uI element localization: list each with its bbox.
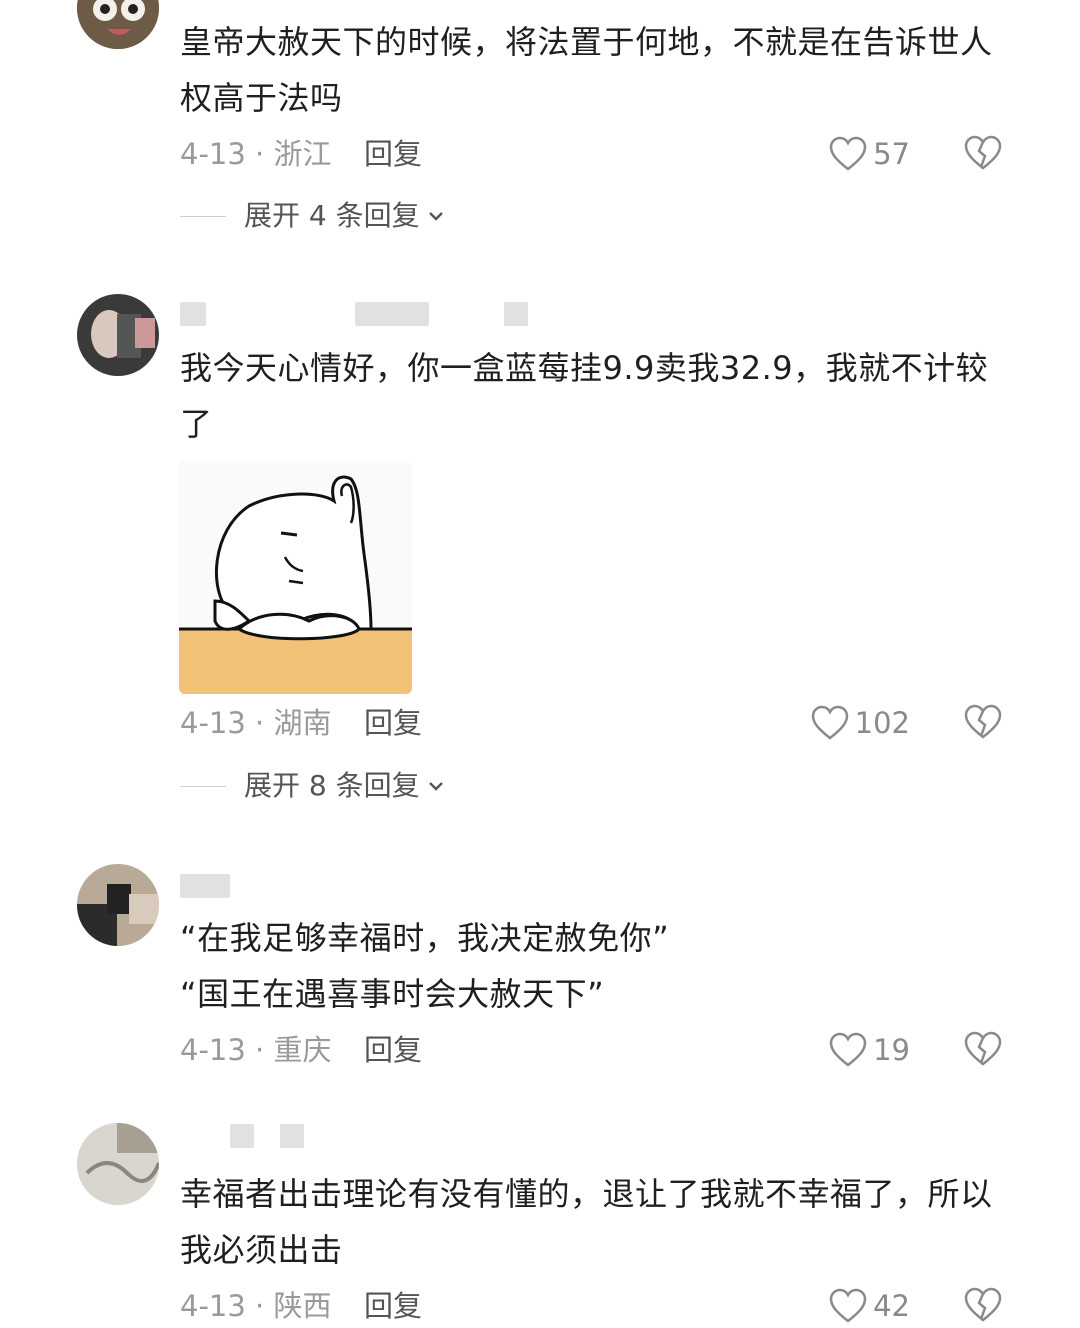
like-button[interactable]: 57 <box>829 132 910 176</box>
dislike-button[interactable] <box>963 703 1003 743</box>
comment-date-location: 4-13 · 陕西 <box>180 1289 332 1323</box>
like-button[interactable]: 42 <box>829 1284 910 1328</box>
like-count: 57 <box>873 137 910 171</box>
comment-text: 我今天心情好，你一盒蓝莓挂9.9卖我32.9，我就不计较了 <box>180 349 989 443</box>
broken-heart-icon <box>964 1031 1002 1066</box>
heart-icon <box>811 705 848 740</box>
divider <box>180 215 226 217</box>
comment-date-location: 4-13 · 浙江 <box>180 137 332 171</box>
comment-text-line-1: “在我足够幸福时，我决定赦免你” <box>180 919 670 957</box>
reply-button[interactable]: 回复 <box>364 1030 422 1070</box>
reply-button[interactable]: 回复 <box>364 703 422 743</box>
avatar[interactable] <box>77 0 159 49</box>
sticker-image[interactable] <box>179 461 412 694</box>
expand-replies-button[interactable]: 展开 8 条回复 <box>180 766 446 806</box>
avatar[interactable] <box>77 294 159 376</box>
heart-icon <box>829 136 867 171</box>
like-count: 19 <box>873 1033 910 1067</box>
reply-button[interactable]: 回复 <box>364 134 422 174</box>
like-count: 102 <box>854 706 910 740</box>
heart-icon <box>829 1288 867 1323</box>
dislike-button[interactable] <box>963 134 1003 174</box>
expand-replies-button[interactable]: 展开 4 条回复 <box>180 196 446 236</box>
broken-heart-icon <box>964 135 1002 170</box>
dislike-button[interactable] <box>963 1030 1003 1070</box>
chevron-down-icon <box>428 782 443 791</box>
like-count: 42 <box>873 1289 910 1323</box>
avatar[interactable] <box>77 1123 159 1205</box>
comment-date-location: 4-13 · 重庆 <box>180 1033 332 1067</box>
reply-button[interactable]: 回复 <box>364 1286 422 1326</box>
avatar[interactable] <box>77 864 159 946</box>
comment-date-location: 4-13 · 湖南 <box>180 706 332 740</box>
comment-text: 幸福者出击理论有没有懂的，退让了我就不幸福了，所以我必须出击 <box>180 1175 993 1269</box>
divider <box>180 785 226 787</box>
broken-heart-icon <box>964 704 1002 739</box>
like-button[interactable]: 102 <box>811 701 910 745</box>
comment-text: 皇帝大赦天下的时候，将法置于何地，不就是在告诉世人权高于法吗 <box>180 23 993 117</box>
expand-replies-label: 展开 4 条回复 <box>244 199 420 232</box>
dislike-button[interactable] <box>963 1286 1003 1326</box>
comment-text-line-2: “国王在遇喜事时会大赦天下” <box>180 975 605 1013</box>
expand-replies-label: 展开 8 条回复 <box>244 769 420 802</box>
broken-heart-icon <box>964 1287 1002 1322</box>
heart-icon <box>829 1032 867 1067</box>
chevron-down-icon <box>428 212 443 221</box>
like-button[interactable]: 19 <box>829 1028 910 1072</box>
